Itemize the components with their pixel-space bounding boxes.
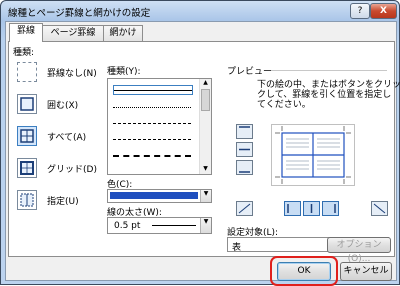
color-swatch	[110, 192, 198, 199]
width-dropdown-arrow-icon[interactable]: ▼	[200, 218, 211, 233]
setting-grid-label[interactable]: グリッド(D)	[47, 162, 97, 175]
bottom-border-icon	[239, 171, 250, 173]
left-border-icon	[287, 204, 289, 213]
help-button[interactable]: ?	[350, 3, 370, 19]
line-style-dash-dot[interactable]	[113, 151, 191, 160]
line-style-dashed-small[interactable]	[113, 119, 191, 128]
style-scrollbar[interactable]: ▲ ▼	[199, 79, 211, 174]
bottom-border-button[interactable]	[236, 160, 253, 175]
setting-box-icon[interactable]	[17, 94, 37, 114]
line-style-dashed[interactable]	[113, 135, 191, 144]
scroll-up-icon[interactable]: ▲	[200, 79, 211, 88]
color-dropdown-arrow-icon[interactable]: ▼	[200, 190, 211, 202]
inside-horizontal-icon	[239, 148, 250, 151]
color-dropdown[interactable]: ▼	[107, 189, 212, 203]
dialog-window: 線種とページ罫線と網かけの設定 ? X 罫線 ページ罫線 網かけ 種類: 罫線な…	[0, 0, 400, 286]
setting-none-icon[interactable]	[17, 62, 37, 82]
all-borders-icon	[20, 129, 34, 143]
dialog-title: 線種とページ罫線と網かけの設定	[8, 8, 151, 19]
right-border-icon	[334, 204, 336, 213]
diagonal-up-icon	[238, 203, 251, 214]
setting-custom-icon[interactable]	[17, 190, 37, 210]
top-border-icon	[239, 126, 250, 128]
left-border-button[interactable]	[284, 201, 301, 216]
tab-page-border[interactable]: ページ罫線	[42, 25, 104, 41]
setting-box-label[interactable]: 囲む(X)	[47, 98, 78, 111]
apply-to-value: 表	[232, 243, 242, 253]
dialog-body: 罫線 ページ罫線 網かけ 種類: 罫線なし(N) 囲む(X) すべて(A) グリ…	[5, 21, 400, 286]
borders-panel: 種類: 罫線なし(N) 囲む(X) すべて(A) グリッド(D) 指定(U) 種…	[8, 41, 400, 257]
cancel-button[interactable]: キャンセル	[340, 262, 392, 281]
setting-custom-label[interactable]: 指定(U)	[47, 194, 79, 207]
style-label: 種類(Y):	[107, 67, 141, 77]
scroll-thumb[interactable]	[201, 89, 210, 111]
custom-border-icon	[20, 193, 34, 207]
close-button[interactable]: X	[370, 3, 397, 19]
setting-label: 種類:	[13, 48, 35, 58]
preview-area[interactable]	[271, 124, 355, 186]
diagonal-down-button[interactable]	[236, 201, 253, 216]
right-border-button[interactable]	[322, 201, 339, 216]
scroll-down-icon[interactable]: ▼	[200, 165, 211, 174]
setting-all-label[interactable]: すべて(A)	[47, 130, 86, 143]
width-value: 0.5 pt	[114, 221, 141, 231]
grid-border-icon	[20, 161, 34, 175]
preview-instruction-3: てください。	[257, 100, 311, 110]
title-bar[interactable]: 線種とページ罫線と網かけの設定 ? X	[1, 1, 399, 21]
tab-borders[interactable]: 罫線	[9, 23, 43, 42]
preview-table-diagram	[275, 126, 351, 184]
setting-all-icon[interactable]	[17, 126, 37, 146]
tab-shading[interactable]: 網かけ	[103, 25, 143, 41]
width-sample-line	[152, 225, 196, 226]
line-style-dotted[interactable]	[113, 103, 191, 112]
width-dropdown[interactable]: 0.5 pt ▼	[107, 217, 212, 234]
preview-label: プレビュー	[227, 67, 273, 77]
setting-none-label[interactable]: 罫線なし(N)	[47, 66, 97, 79]
ok-button[interactable]: OK	[277, 262, 331, 281]
inside-horizontal-button[interactable]	[236, 142, 253, 157]
inside-vertical-icon	[310, 204, 313, 213]
line-style-list[interactable]: ▲ ▼	[107, 78, 212, 175]
line-style-solid[interactable]	[113, 85, 193, 95]
setting-grid-icon[interactable]	[17, 158, 37, 178]
inside-vertical-button[interactable]	[303, 201, 320, 216]
box-border-icon	[20, 97, 34, 111]
top-border-button[interactable]	[236, 124, 253, 139]
diagonal-up-button[interactable]	[371, 201, 388, 216]
diagonal-down-icon	[373, 203, 386, 214]
preview-divider	[271, 70, 387, 71]
options-button[interactable]: オプション(O)...	[327, 237, 391, 264]
